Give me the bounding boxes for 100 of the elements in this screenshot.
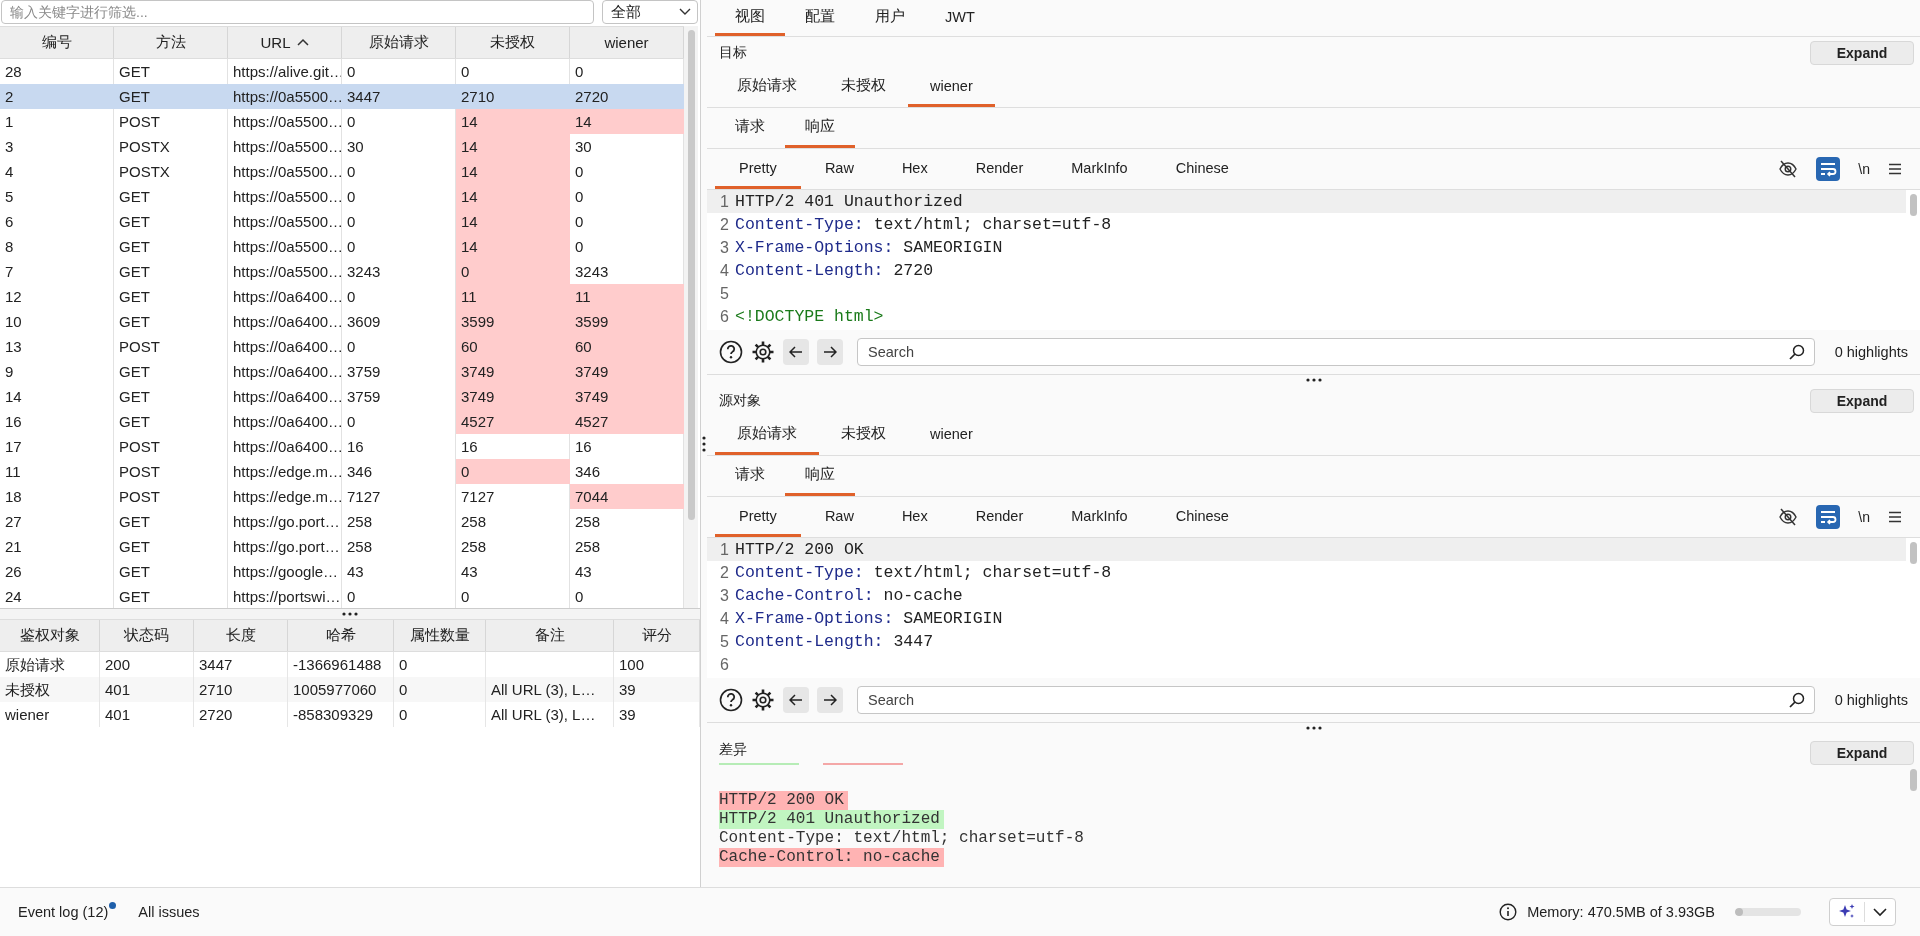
tab[interactable]: Chinese: [1151, 149, 1253, 189]
table-cell[interactable]: https://edge.m…: [228, 484, 342, 509]
splitter-handle-icon[interactable]: [342, 612, 358, 616]
settings-icon[interactable]: [751, 340, 775, 364]
table-cell[interactable]: 14: [570, 109, 684, 134]
info-icon[interactable]: [1499, 903, 1518, 921]
scrollbar-thumb[interactable]: [1909, 542, 1917, 564]
scrollbar-thumb[interactable]: [1909, 194, 1917, 216]
table-cell[interactable]: 12: [0, 284, 114, 309]
table-cell[interactable]: https://0a5500…: [228, 109, 342, 134]
table-cell[interactable]: 11: [0, 459, 114, 484]
assistant-button[interactable]: [1829, 898, 1896, 926]
splitter-handle-icon[interactable]: [1305, 378, 1322, 382]
table-cell[interactable]: GET: [114, 84, 228, 109]
table-cell[interactable]: https://go.port…: [228, 509, 342, 534]
table-cell[interactable]: 21: [0, 534, 114, 559]
help-icon[interactable]: [719, 340, 743, 364]
column-header[interactable]: 属性数量: [394, 620, 486, 651]
tab[interactable]: 响应: [785, 108, 855, 148]
tab[interactable]: Render: [951, 497, 1048, 537]
previous-button[interactable]: [783, 339, 809, 365]
settings-icon[interactable]: [751, 688, 775, 712]
table-cell[interactable]: 11: [456, 284, 570, 309]
eye-slash-icon[interactable]: [1778, 508, 1799, 526]
table-cell[interactable]: https://0a6400…: [228, 309, 342, 334]
search-field[interactable]: Search: [857, 338, 1815, 366]
table-cell[interactable]: 27: [0, 509, 114, 534]
table-cell[interactable]: https://0a6400…: [228, 359, 342, 384]
tab[interactable]: Hex: [877, 149, 952, 189]
table-cell[interactable]: 14: [456, 234, 570, 259]
table-cell[interactable]: POSTX: [114, 159, 228, 184]
table-cell[interactable]: POSTX: [114, 134, 228, 159]
column-header[interactable]: 状态码: [100, 620, 194, 651]
table-cell[interactable]: GET: [114, 559, 228, 584]
tab[interactable]: 配置: [785, 0, 855, 36]
tab[interactable]: MarkInfo: [1047, 497, 1152, 537]
newline-toggle[interactable]: \n: [1858, 509, 1870, 525]
table-cell[interactable]: 14: [456, 159, 570, 184]
next-button[interactable]: [817, 687, 843, 713]
tab[interactable]: 未授权: [819, 67, 908, 107]
table-cell[interactable]: 258: [342, 534, 456, 559]
table-cell[interactable]: 258: [456, 534, 570, 559]
table-cell[interactable]: 6: [0, 209, 114, 234]
table-cell[interactable]: https://0a6400…: [228, 409, 342, 434]
table-cell[interactable]: 258: [456, 509, 570, 534]
table-cell[interactable]: 3749: [570, 359, 684, 384]
column-header[interactable]: 编号: [0, 27, 114, 58]
filter-field[interactable]: 输入关键字进行筛选...: [1, 0, 594, 24]
table-cell[interactable]: https://0a6400…: [228, 334, 342, 359]
table-cell[interactable]: 43: [342, 559, 456, 584]
table-cell[interactable]: GET: [114, 534, 228, 559]
table-cell[interactable]: https://0a6400…: [228, 284, 342, 309]
table-cell[interactable]: GET: [114, 234, 228, 259]
table-cell[interactable]: 26: [0, 559, 114, 584]
table-cell[interactable]: 2: [0, 84, 114, 109]
next-button[interactable]: [817, 339, 843, 365]
table-cell[interactable]: 14: [456, 184, 570, 209]
search-field[interactable]: Search: [857, 686, 1815, 714]
tab[interactable]: Render: [951, 149, 1048, 189]
word-wrap-icon[interactable]: [1816, 157, 1841, 181]
table-cell[interactable]: 8: [0, 234, 114, 259]
table-cell[interactable]: 2710: [456, 84, 570, 109]
table-cell[interactable]: 16: [0, 409, 114, 434]
table-cell[interactable]: 17: [0, 434, 114, 459]
menu-icon[interactable]: [1888, 511, 1902, 523]
table-cell[interactable]: GET: [114, 409, 228, 434]
table-cell[interactable]: GET: [114, 259, 228, 284]
table-cell[interactable]: 258: [342, 509, 456, 534]
table-cell[interactable]: 60: [456, 334, 570, 359]
table-cell[interactable]: POST: [114, 434, 228, 459]
tab[interactable]: 原始请求: [715, 415, 819, 455]
tab[interactable]: Hex: [877, 497, 952, 537]
expand-button[interactable]: Expand: [1810, 41, 1914, 65]
table-cell[interactable]: 18: [0, 484, 114, 509]
table-cell[interactable]: https://0a5500…: [228, 134, 342, 159]
help-icon[interactable]: [719, 688, 743, 712]
table-cell[interactable]: 3447: [342, 84, 456, 109]
table-cell[interactable]: 2720: [570, 84, 684, 109]
table-cell[interactable]: https://go.port…: [228, 534, 342, 559]
column-header[interactable]: URL: [228, 27, 342, 58]
column-header[interactable]: 备注: [486, 620, 614, 651]
tab[interactable]: 用户: [855, 0, 925, 36]
column-header[interactable]: 长度: [194, 620, 288, 651]
table-cell[interactable]: 4527: [456, 409, 570, 434]
table-cell[interactable]: 3599: [456, 309, 570, 334]
newline-toggle[interactable]: \n: [1858, 161, 1870, 177]
table-cell[interactable]: 7127: [342, 484, 456, 509]
table-cell[interactable]: 3599: [570, 309, 684, 334]
table-cell[interactable]: 9: [0, 359, 114, 384]
table-cell[interactable]: POST: [114, 459, 228, 484]
table-cell[interactable]: 3: [0, 134, 114, 159]
tab[interactable]: wiener: [908, 67, 995, 107]
splitter-handle-icon[interactable]: [1305, 726, 1322, 730]
word-wrap-icon[interactable]: [1816, 505, 1841, 529]
table-cell[interactable]: 14: [456, 209, 570, 234]
table-cell[interactable]: 16: [342, 434, 456, 459]
scrollbar-thumb[interactable]: [687, 30, 695, 520]
table-cell[interactable]: 0: [456, 459, 570, 484]
search-icon[interactable]: [1788, 692, 1805, 708]
table-cell[interactable]: https://0a5500…: [228, 234, 342, 259]
